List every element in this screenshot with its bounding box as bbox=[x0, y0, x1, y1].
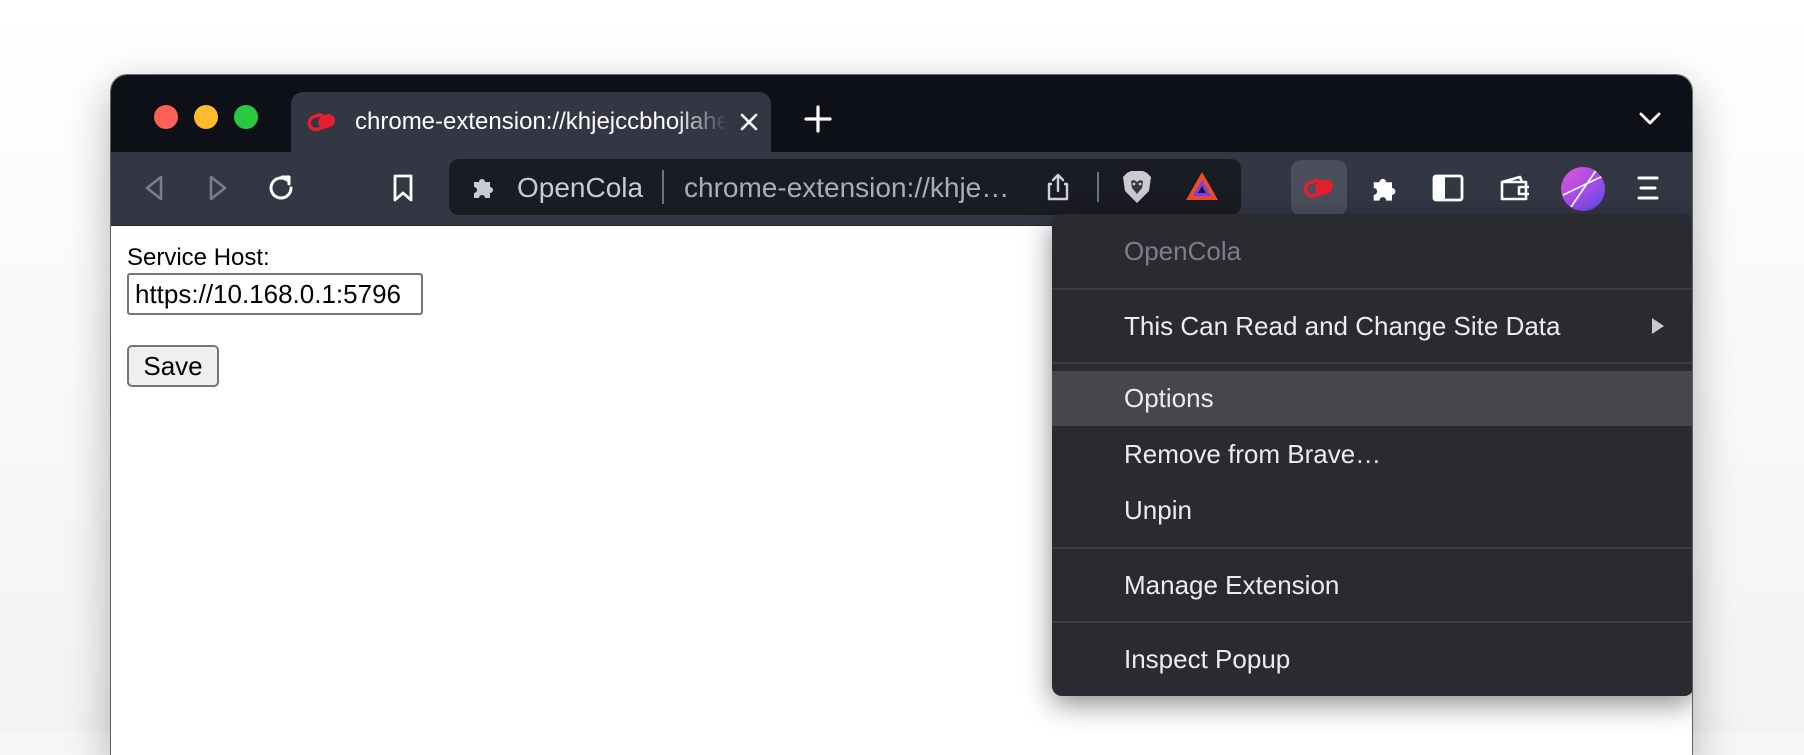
tab-close-icon[interactable] bbox=[737, 110, 761, 134]
menu-item-options[interactable]: Options bbox=[1052, 371, 1692, 426]
opencola-icon bbox=[1303, 178, 1333, 198]
puzzle-icon bbox=[474, 179, 493, 198]
tab-search-chevron-icon[interactable] bbox=[1638, 109, 1662, 129]
bookmark-button[interactable] bbox=[384, 169, 422, 207]
menu-button[interactable] bbox=[1629, 169, 1667, 207]
reload-button[interactable] bbox=[262, 169, 300, 207]
address-divider bbox=[662, 170, 664, 204]
puzzle-icon bbox=[1373, 178, 1396, 201]
browser-window: chrome-extension://khjejccbhojlaheolnech… bbox=[111, 75, 1692, 755]
bookmark-icon bbox=[393, 174, 413, 202]
sidebar-icon bbox=[1432, 174, 1464, 202]
save-button[interactable]: Save bbox=[127, 345, 219, 387]
extensions-button[interactable] bbox=[1365, 169, 1403, 207]
menu-item-site-access[interactable]: This Can Read and Change Site Data bbox=[1052, 290, 1692, 362]
share-icon[interactable] bbox=[1043, 172, 1073, 202]
brave-rewards-icon[interactable] bbox=[1184, 169, 1220, 203]
avatar-pattern-icon bbox=[1562, 168, 1605, 208]
extension-context-menu: OpenCola This Can Read and Change Site D… bbox=[1052, 214, 1692, 696]
opencola-extension-button[interactable] bbox=[1291, 160, 1347, 216]
forward-button[interactable] bbox=[199, 169, 237, 207]
menu-item-label: This Can Read and Change Site Data bbox=[1124, 310, 1561, 341]
url-text[interactable]: chrome-extension://khjejccbhojlaheolnech… bbox=[684, 172, 1014, 204]
tab-strip: chrome-extension://khjejccbhojlaheolnech… bbox=[111, 75, 1692, 152]
service-host-input[interactable] bbox=[127, 273, 423, 315]
profile-avatar[interactable] bbox=[1561, 167, 1605, 211]
reload-icon bbox=[269, 175, 293, 200]
sidebar-button[interactable] bbox=[1429, 169, 1467, 207]
menu-item-remove[interactable]: Remove from Brave… bbox=[1052, 426, 1692, 482]
minimize-window-button[interactable] bbox=[194, 105, 218, 129]
service-host-label: Service Host: bbox=[127, 244, 270, 271]
new-tab-plus-icon[interactable] bbox=[803, 104, 833, 134]
address-divider-2 bbox=[1097, 172, 1099, 202]
tab-active[interactable]: chrome-extension://khjejccbhojlaheolnech… bbox=[291, 92, 771, 152]
menu-item-manage-extension[interactable]: Manage Extension bbox=[1052, 549, 1692, 621]
menu-separator bbox=[1052, 362, 1692, 364]
menu-header: OpenCola bbox=[1124, 235, 1242, 266]
wallet-button[interactable] bbox=[1496, 169, 1534, 207]
back-arrow-icon bbox=[145, 175, 163, 201]
menu-item-unpin[interactable]: Unpin bbox=[1052, 482, 1692, 538]
maximize-window-button[interactable] bbox=[234, 105, 258, 129]
close-window-button[interactable] bbox=[154, 105, 178, 129]
back-button[interactable] bbox=[135, 169, 173, 207]
address-bar[interactable]: OpenCola chrome-extension://khjejccbhojl… bbox=[449, 159, 1241, 215]
opencola-icon bbox=[307, 113, 336, 132]
menu-item-inspect-popup[interactable]: Inspect Popup bbox=[1052, 623, 1692, 696]
forward-arrow-icon bbox=[209, 175, 227, 201]
submenu-arrow-icon bbox=[1652, 318, 1664, 334]
tab-title: chrome-extension://khjejccbhojlaheolnech… bbox=[355, 108, 727, 135]
brave-shields-icon[interactable] bbox=[1119, 169, 1155, 205]
hamburger-menu-icon bbox=[1637, 176, 1659, 200]
extension-name: OpenCola bbox=[517, 172, 644, 203]
wallet-icon bbox=[1500, 175, 1529, 201]
